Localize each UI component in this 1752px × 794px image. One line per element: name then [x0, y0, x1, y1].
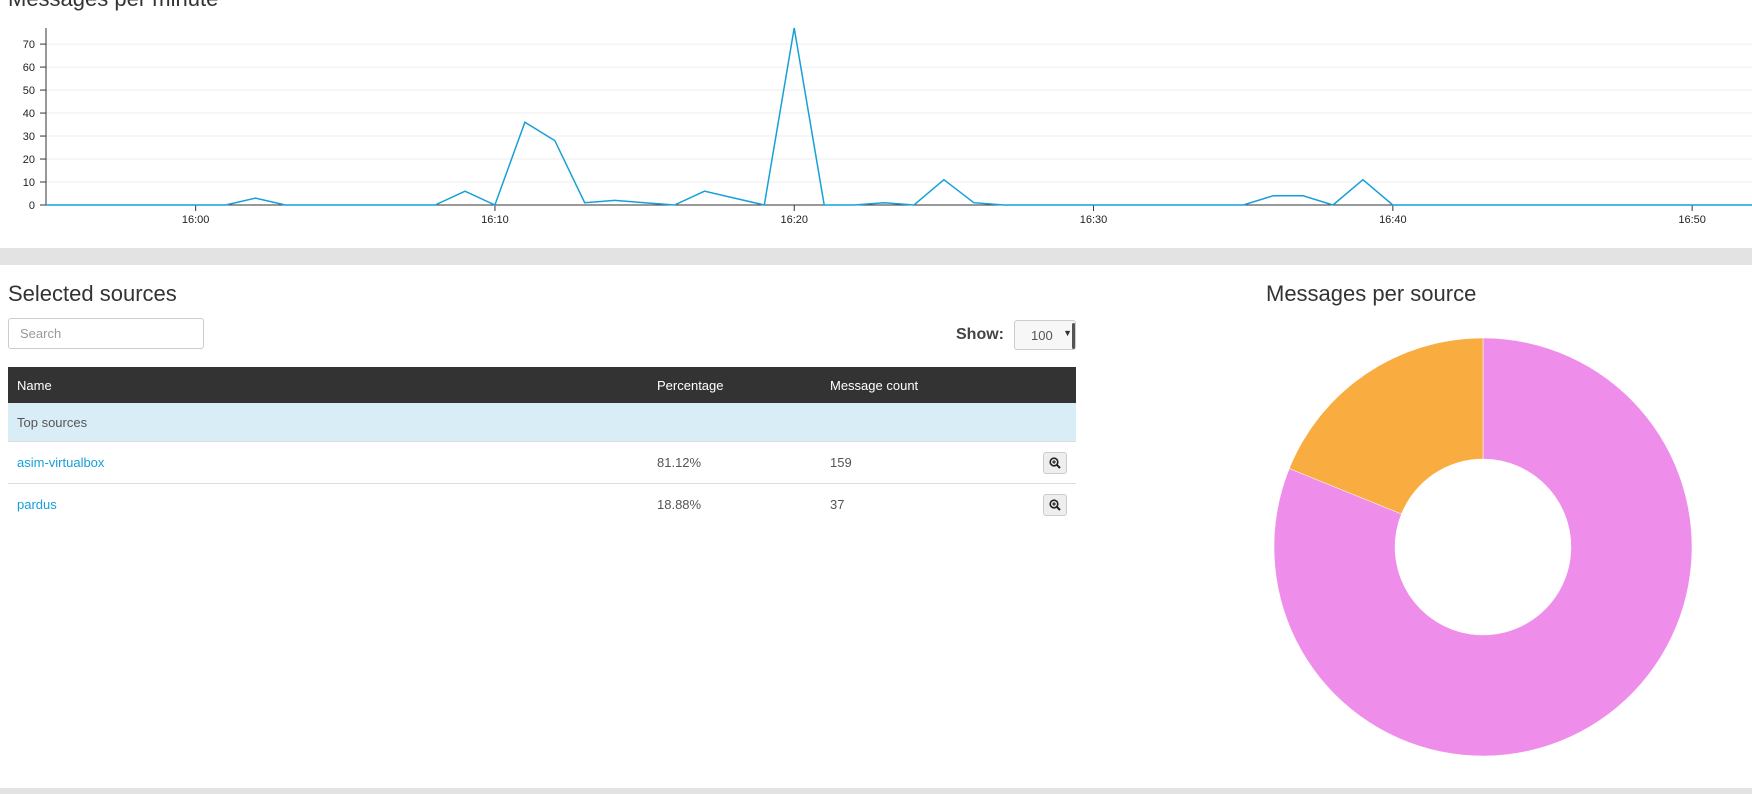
table-header-row: Name Percentage Message count — [8, 367, 1076, 403]
table-row: asim-virtualbox 81.12% 159 — [8, 441, 1076, 484]
column-header-actions — [1029, 367, 1076, 403]
y-tick-label: 60 — [23, 62, 35, 74]
source-link[interactable]: pardus — [17, 497, 57, 512]
x-tick-label: 16:10 — [481, 214, 509, 226]
y-tick-label: 10 — [23, 177, 35, 189]
x-tick-label: 16:00 — [182, 214, 210, 226]
source-count: 159 — [821, 441, 1029, 484]
messages-per-source-panel: Messages per source — [1266, 265, 1706, 785]
sources-table: Name Percentage Message count Top source… — [8, 367, 1076, 525]
chevron-down-icon: ▼ — [1063, 328, 1072, 338]
show-select-value: 100 — [1031, 327, 1053, 343]
series-line — [46, 27, 1752, 207]
messages-per-minute-chart: 0 10 20 30 40 50 60 70 16:00 16:10 16:20 16:30 16:40… — [23, 27, 1752, 226]
selected-sources-panel: Selected sources Show: 100 ▼ Name Percen… — [8, 265, 1076, 785]
bottom-separator — [0, 788, 1752, 794]
column-header-message-count[interactable]: Message count — [821, 367, 1029, 403]
panel-separator — [0, 248, 1752, 265]
zoom-button[interactable] — [1043, 493, 1067, 516]
source-percentage: 81.12% — [648, 441, 821, 484]
y-tick-label: 70 — [23, 39, 35, 51]
y-tick-label: 0 — [29, 200, 35, 212]
source-count: 37 — [821, 483, 1029, 525]
zoom-in-icon — [1049, 498, 1061, 511]
show-label: Show: — [956, 326, 1004, 343]
table-row: pardus 18.88% 37 — [8, 483, 1076, 525]
column-header-percentage[interactable]: Percentage — [648, 367, 821, 403]
x-tick-label: 16:30 — [1080, 214, 1108, 226]
y-tick-label: 30 — [23, 131, 35, 143]
y-tick-label: 50 — [23, 85, 35, 97]
messages-per-source-chart — [1273, 337, 1693, 757]
select-edge — [1072, 323, 1075, 349]
y-tick-label: 20 — [23, 154, 35, 166]
source-link[interactable]: asim-virtualbox — [17, 455, 104, 470]
table-group-row: Top sources — [8, 403, 1076, 442]
column-header-name[interactable]: Name — [8, 367, 648, 403]
x-tick-label: 16:20 — [780, 214, 808, 226]
x-tick-label: 16:50 — [1678, 214, 1706, 226]
source-percentage: 18.88% — [648, 483, 821, 525]
show-entries: Show: 100 ▼ — [956, 319, 1076, 351]
messages-per-minute-panel: Messages per minute 01020304050607016:00… — [0, 0, 1752, 248]
search-input[interactable] — [8, 318, 204, 349]
zoom-in-icon — [1049, 456, 1061, 469]
x-tick-label: 16:40 — [1379, 214, 1407, 226]
group-label: Top sources — [8, 403, 1076, 442]
show-select[interactable]: 100 ▼ — [1014, 320, 1076, 350]
selected-sources-title: Selected sources — [8, 281, 177, 306]
y-tick-label: 40 — [23, 108, 35, 120]
zoom-button[interactable] — [1043, 451, 1067, 474]
